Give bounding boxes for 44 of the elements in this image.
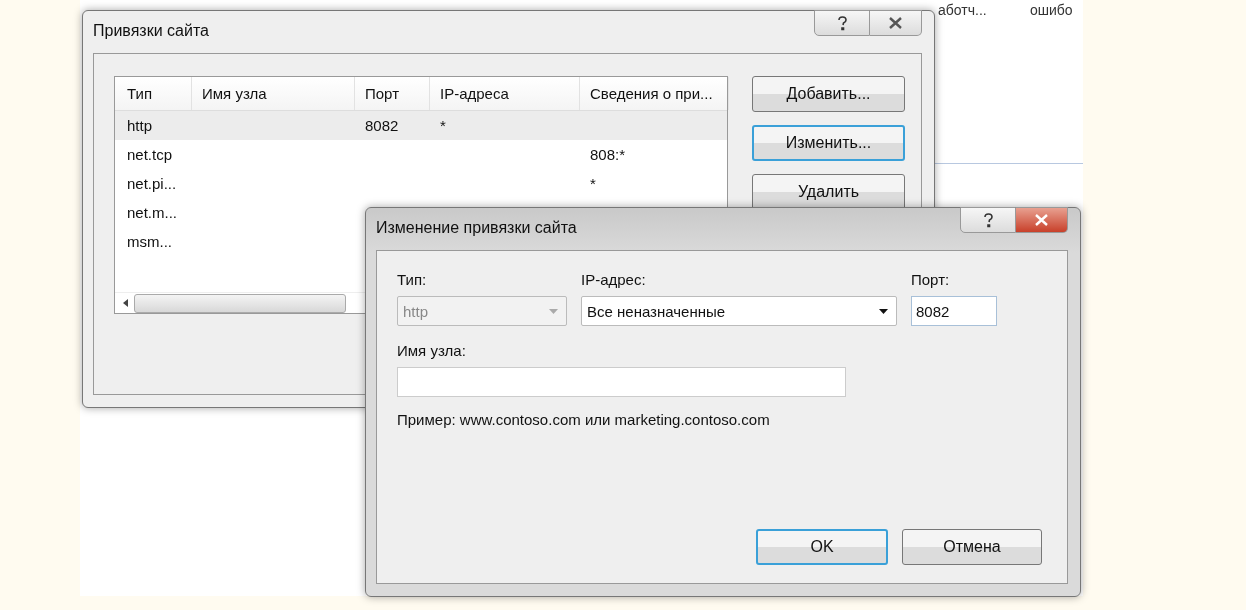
column-header[interactable]: IP-адреса: [430, 77, 580, 110]
column-header[interactable]: Имя узла: [192, 77, 355, 110]
ip-address-dropdown[interactable]: Все неназначенные: [581, 296, 897, 326]
field-label: Имя узла:: [397, 342, 467, 359]
close-icon: [1034, 214, 1049, 226]
example-text: Пример: www.contoso.com или marketing.contoso.com: [397, 411, 771, 428]
port-input[interactable]: 8082: [911, 296, 997, 326]
close-icon: [888, 17, 903, 29]
dialog-title: Привязки сайта: [93, 22, 209, 40]
column-header[interactable]: Тип: [117, 77, 192, 110]
dialog-button[interactable]: OK: [756, 529, 888, 565]
background-text: ошибо: [1030, 2, 1073, 18]
dialog-button[interactable]: Изменить...: [752, 125, 905, 161]
close-button[interactable]: [1016, 207, 1068, 233]
help-icon: [836, 15, 848, 31]
host-name-input[interactable]: [397, 367, 846, 397]
table-cell-text: net.tcp: [126, 146, 174, 163]
table-cell-text: net.pi...: [126, 175, 178, 192]
table-cell: *: [590, 175, 596, 192]
field-label: Тип:: [397, 271, 428, 288]
binding-row[interactable]: http 8082 *: [115, 111, 727, 140]
help-button[interactable]: [814, 10, 870, 36]
table-cell-text: http: [126, 117, 154, 134]
close-button[interactable]: [870, 10, 922, 36]
field-label: Порт:: [911, 271, 951, 288]
background-text: аботч...: [938, 2, 987, 18]
column-header[interactable]: Порт: [355, 77, 430, 110]
table-cell: *: [440, 117, 446, 134]
binding-row[interactable]: net.pi... *: [115, 169, 727, 198]
dialog-button[interactable]: Отмена: [902, 529, 1042, 565]
dialog-title: Изменение привязки сайта: [376, 219, 577, 237]
dialog-button[interactable]: Добавить...: [752, 76, 905, 112]
table-cell: 808:*: [590, 146, 626, 163]
help-button[interactable]: [960, 207, 1016, 233]
table-cell: 8082: [365, 117, 399, 134]
help-icon: [982, 212, 994, 228]
scroll-left-icon[interactable]: [123, 299, 128, 307]
dialog-button[interactable]: Удалить: [752, 174, 905, 210]
binding-row[interactable]: net.tcp 808:*: [115, 140, 727, 169]
scrollbar-thumb[interactable]: [134, 293, 346, 313]
field-label: IP-адрес:: [581, 271, 647, 288]
column-header[interactable]: Сведения о при...: [580, 77, 729, 110]
caret-icon: [549, 308, 558, 314]
caret-icon: [879, 308, 888, 314]
